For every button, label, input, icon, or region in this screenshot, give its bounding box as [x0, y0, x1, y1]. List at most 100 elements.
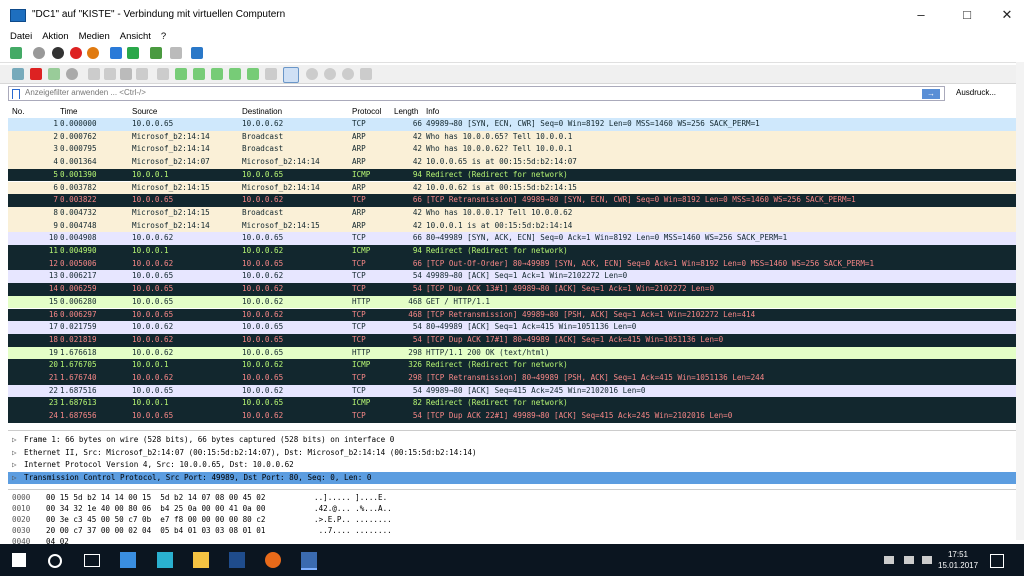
- go-forward-icon[interactable]: [193, 68, 205, 80]
- packet-row[interactable]: 11 0.004990 10.0.0.1 10.0.0.62 ICMP 94 Redirec…: [8, 245, 1016, 258]
- vertical-scrollbar[interactable]: [1016, 62, 1024, 540]
- hex-off: 0000: [12, 493, 31, 502]
- packet-cell-proto: ARP: [352, 157, 366, 167]
- expand-arrow-icon[interactable]: ▷: [12, 459, 17, 471]
- network-icon[interactable]: [884, 556, 894, 564]
- packet-row[interactable]: 8 0.004732 Microsof_b2:14:15 Broadcast ARP 42…: [8, 206, 1016, 220]
- shutdown-icon[interactable]: [70, 47, 82, 59]
- checkpoint-icon[interactable]: [150, 47, 162, 59]
- packet-row[interactable]: 22 1.687516 10.0.0.65 10.0.0.62 TCP 54 49989→8…: [8, 384, 1016, 398]
- first-packet-icon[interactable]: [229, 68, 241, 80]
- column-header-protocol[interactable]: Protocol: [352, 107, 381, 116]
- minimize-button[interactable]: –: [906, 6, 936, 24]
- expand-arrow-icon[interactable]: ▷: [12, 434, 17, 446]
- revert-icon[interactable]: [170, 47, 182, 59]
- stop-capture-icon[interactable]: [30, 68, 42, 80]
- task-view-icon[interactable]: [84, 554, 100, 567]
- column-header-destination[interactable]: Destination: [242, 107, 282, 116]
- volume-icon[interactable]: [904, 556, 914, 564]
- find-packet-icon[interactable]: [157, 68, 169, 80]
- close-button[interactable]: ✕: [992, 6, 1022, 24]
- packet-row[interactable]: 24 1.687656 10.0.0.65 10.0.0.62 TCP 54 [TCP Du…: [8, 410, 1016, 423]
- packet-row[interactable]: 13 0.006217 10.0.0.65 10.0.0.62 TCP 54 49989→8…: [8, 270, 1016, 284]
- packet-row[interactable]: 2 0.000762 Microsof_b2:14:14 Broadcast ARP 42…: [8, 130, 1016, 144]
- go-back-icon[interactable]: [175, 68, 187, 80]
- packet-row[interactable]: 1 0.000000 10.0.0.65 10.0.0.62 TCP 66 49989→80…: [8, 118, 1016, 131]
- start-icon[interactable]: [33, 47, 45, 59]
- menu-help[interactable]: ?: [161, 30, 166, 44]
- open-file-icon[interactable]: [88, 68, 100, 80]
- hex-off: 0020: [12, 515, 31, 524]
- search-icon[interactable]: [48, 554, 62, 568]
- zoom-out-icon[interactable]: [324, 68, 336, 80]
- packet-row[interactable]: 4 0.001364 Microsof_b2:14:07 Microsof_b2:14…: [8, 156, 1016, 169]
- packet-row[interactable]: 6 0.003782 Microsof_b2:14:15 Microsof_b2:14…: [8, 181, 1016, 195]
- packet-row[interactable]: 23 1.687613 10.0.0.1 10.0.0.65 ICMP 82 Redirec…: [8, 397, 1016, 411]
- windows-start-icon[interactable]: [12, 553, 26, 567]
- colorize-icon[interactable]: [283, 67, 299, 83]
- vm-connection-taskbar-icon[interactable]: [301, 552, 317, 570]
- keyboard-icon[interactable]: [922, 556, 932, 564]
- close-file-icon[interactable]: [120, 68, 132, 80]
- store-icon[interactable]: [120, 552, 136, 568]
- maximize-button[interactable]: □: [952, 6, 982, 24]
- save-state-icon[interactable]: [87, 47, 99, 59]
- app-icon[interactable]: [157, 552, 173, 568]
- column-header-time[interactable]: Time: [60, 107, 77, 116]
- go-to-packet-icon[interactable]: [211, 68, 223, 80]
- detail-tree-item[interactable]: ▷ Internet Protocol Version 4, Src: 10.0.…: [8, 459, 1016, 471]
- packet-row[interactable]: 3 0.000795 Microsof_b2:14:14 Broadcast ARP 42…: [8, 143, 1016, 157]
- reload-icon[interactable]: [136, 68, 148, 80]
- packet-row[interactable]: 20 1.676705 10.0.0.1 10.0.0.62 ICMP 326 Redire…: [8, 359, 1016, 372]
- ctrl-alt-del-icon[interactable]: [10, 47, 22, 59]
- expand-arrow-icon[interactable]: ▷: [12, 447, 17, 459]
- packet-row[interactable]: 18 0.021819 10.0.0.62 10.0.0.65 TCP 54 [TCP Du…: [8, 333, 1016, 347]
- start-capture-icon[interactable]: [12, 68, 24, 80]
- packet-row[interactable]: 14 0.006259 10.0.0.65 10.0.0.62 TCP 54 [TCP Du…: [8, 283, 1016, 296]
- packet-row[interactable]: 17 0.021759 10.0.0.62 10.0.0.65 TCP 54 80→4998…: [8, 321, 1016, 334]
- last-packet-icon[interactable]: [247, 68, 259, 80]
- packet-row[interactable]: 16 0.006297 10.0.0.65 10.0.0.62 TCP 468 [TCP R…: [8, 308, 1016, 322]
- bookmark-icon[interactable]: [12, 89, 20, 99]
- column-header-info[interactable]: Info: [426, 107, 439, 116]
- detail-tree-item[interactable]: ▷ Transmission Control Protocol, Src Port…: [8, 471, 1016, 484]
- packet-row[interactable]: 12 0.005006 10.0.0.62 10.0.0.65 TCP 66 [TCP Ou…: [8, 257, 1016, 271]
- pause-icon[interactable]: [110, 47, 122, 59]
- notification-icon[interactable]: [990, 554, 1004, 568]
- normal-size-icon[interactable]: [342, 68, 354, 80]
- resize-columns-icon[interactable]: [360, 68, 372, 80]
- display-filter-input[interactable]: Anzeigefilter anwenden ... <Ctrl-/> →: [8, 86, 945, 101]
- restart-capture-icon[interactable]: [48, 68, 60, 80]
- packet-row[interactable]: 15 0.006280 10.0.0.65 10.0.0.62 HTTP 468 GET /…: [8, 295, 1016, 309]
- packet-row[interactable]: 7 0.003822 10.0.0.65 10.0.0.62 TCP 66 [TCP Ret…: [8, 194, 1016, 207]
- clock[interactable]: 17:51 15.01.2017: [938, 549, 978, 571]
- column-header-no[interactable]: No.: [12, 107, 24, 116]
- packet-row[interactable]: 9 0.004748 Microsof_b2:14:14 Microsof_b2:14…: [8, 219, 1016, 233]
- column-header-length[interactable]: Length: [394, 107, 418, 116]
- packet-row[interactable]: 10 0.004908 10.0.0.62 10.0.0.65 TCP 66 80→4998…: [8, 232, 1016, 245]
- column-header-source[interactable]: Source: [132, 107, 157, 116]
- enhanced-session-icon[interactable]: [191, 47, 203, 59]
- file-explorer-icon[interactable]: [193, 552, 209, 568]
- expression-button[interactable]: Ausdruck...: [956, 88, 996, 97]
- packet-row[interactable]: 19 1.676618 10.0.0.62 10.0.0.65 HTTP 298 HTTP/…: [8, 346, 1016, 360]
- expand-arrow-icon[interactable]: ▷: [12, 472, 17, 484]
- packet-row[interactable]: 21 1.676740 10.0.0.62 10.0.0.65 TCP 298 [TCP R…: [8, 372, 1016, 385]
- save-file-icon[interactable]: [104, 68, 116, 80]
- packet-row[interactable]: 5 0.001390 10.0.0.1 10.0.0.65 ICMP 94 Redirect…: [8, 168, 1016, 182]
- powershell-icon[interactable]: [229, 552, 245, 568]
- autoscroll-icon[interactable]: [265, 68, 277, 80]
- firefox-icon[interactable]: [265, 552, 281, 568]
- menu-ansicht[interactable]: Ansicht: [120, 30, 151, 44]
- capture-options-icon[interactable]: [66, 68, 78, 80]
- apply-filter-button[interactable]: →: [922, 89, 940, 99]
- zoom-in-icon[interactable]: [306, 68, 318, 80]
- packet-cell-dst: Broadcast: [242, 144, 284, 154]
- menu-medien[interactable]: Medien: [79, 30, 110, 44]
- turn-off-icon[interactable]: [52, 47, 64, 59]
- detail-tree-item[interactable]: ▷ Frame 1: 66 bytes on wire (528 bits), 6…: [8, 434, 1016, 446]
- menu-datei[interactable]: Datei: [10, 30, 32, 44]
- detail-tree-item[interactable]: ▷ Ethernet II, Src: Microsof_b2:14:07 (00…: [8, 447, 1016, 459]
- reset-icon[interactable]: [127, 47, 139, 59]
- menu-aktion[interactable]: Aktion: [42, 30, 68, 44]
